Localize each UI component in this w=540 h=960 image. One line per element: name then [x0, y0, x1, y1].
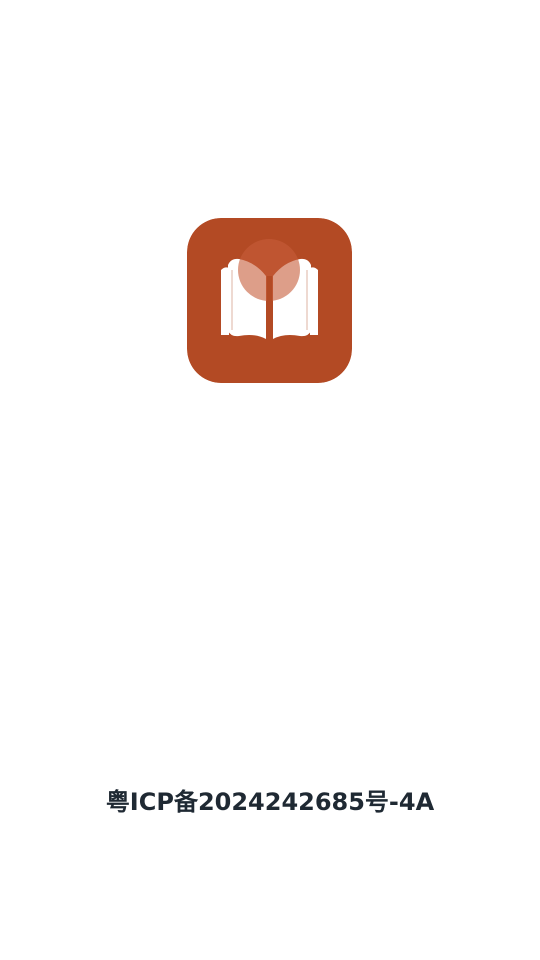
icp-registration-number: 粤ICP备2024242685号-4A	[105, 788, 435, 816]
app-logo	[187, 218, 352, 383]
splash-screen: 粤ICP备2024242685号-4A	[0, 0, 540, 960]
open-book-logo-icon	[187, 218, 352, 383]
